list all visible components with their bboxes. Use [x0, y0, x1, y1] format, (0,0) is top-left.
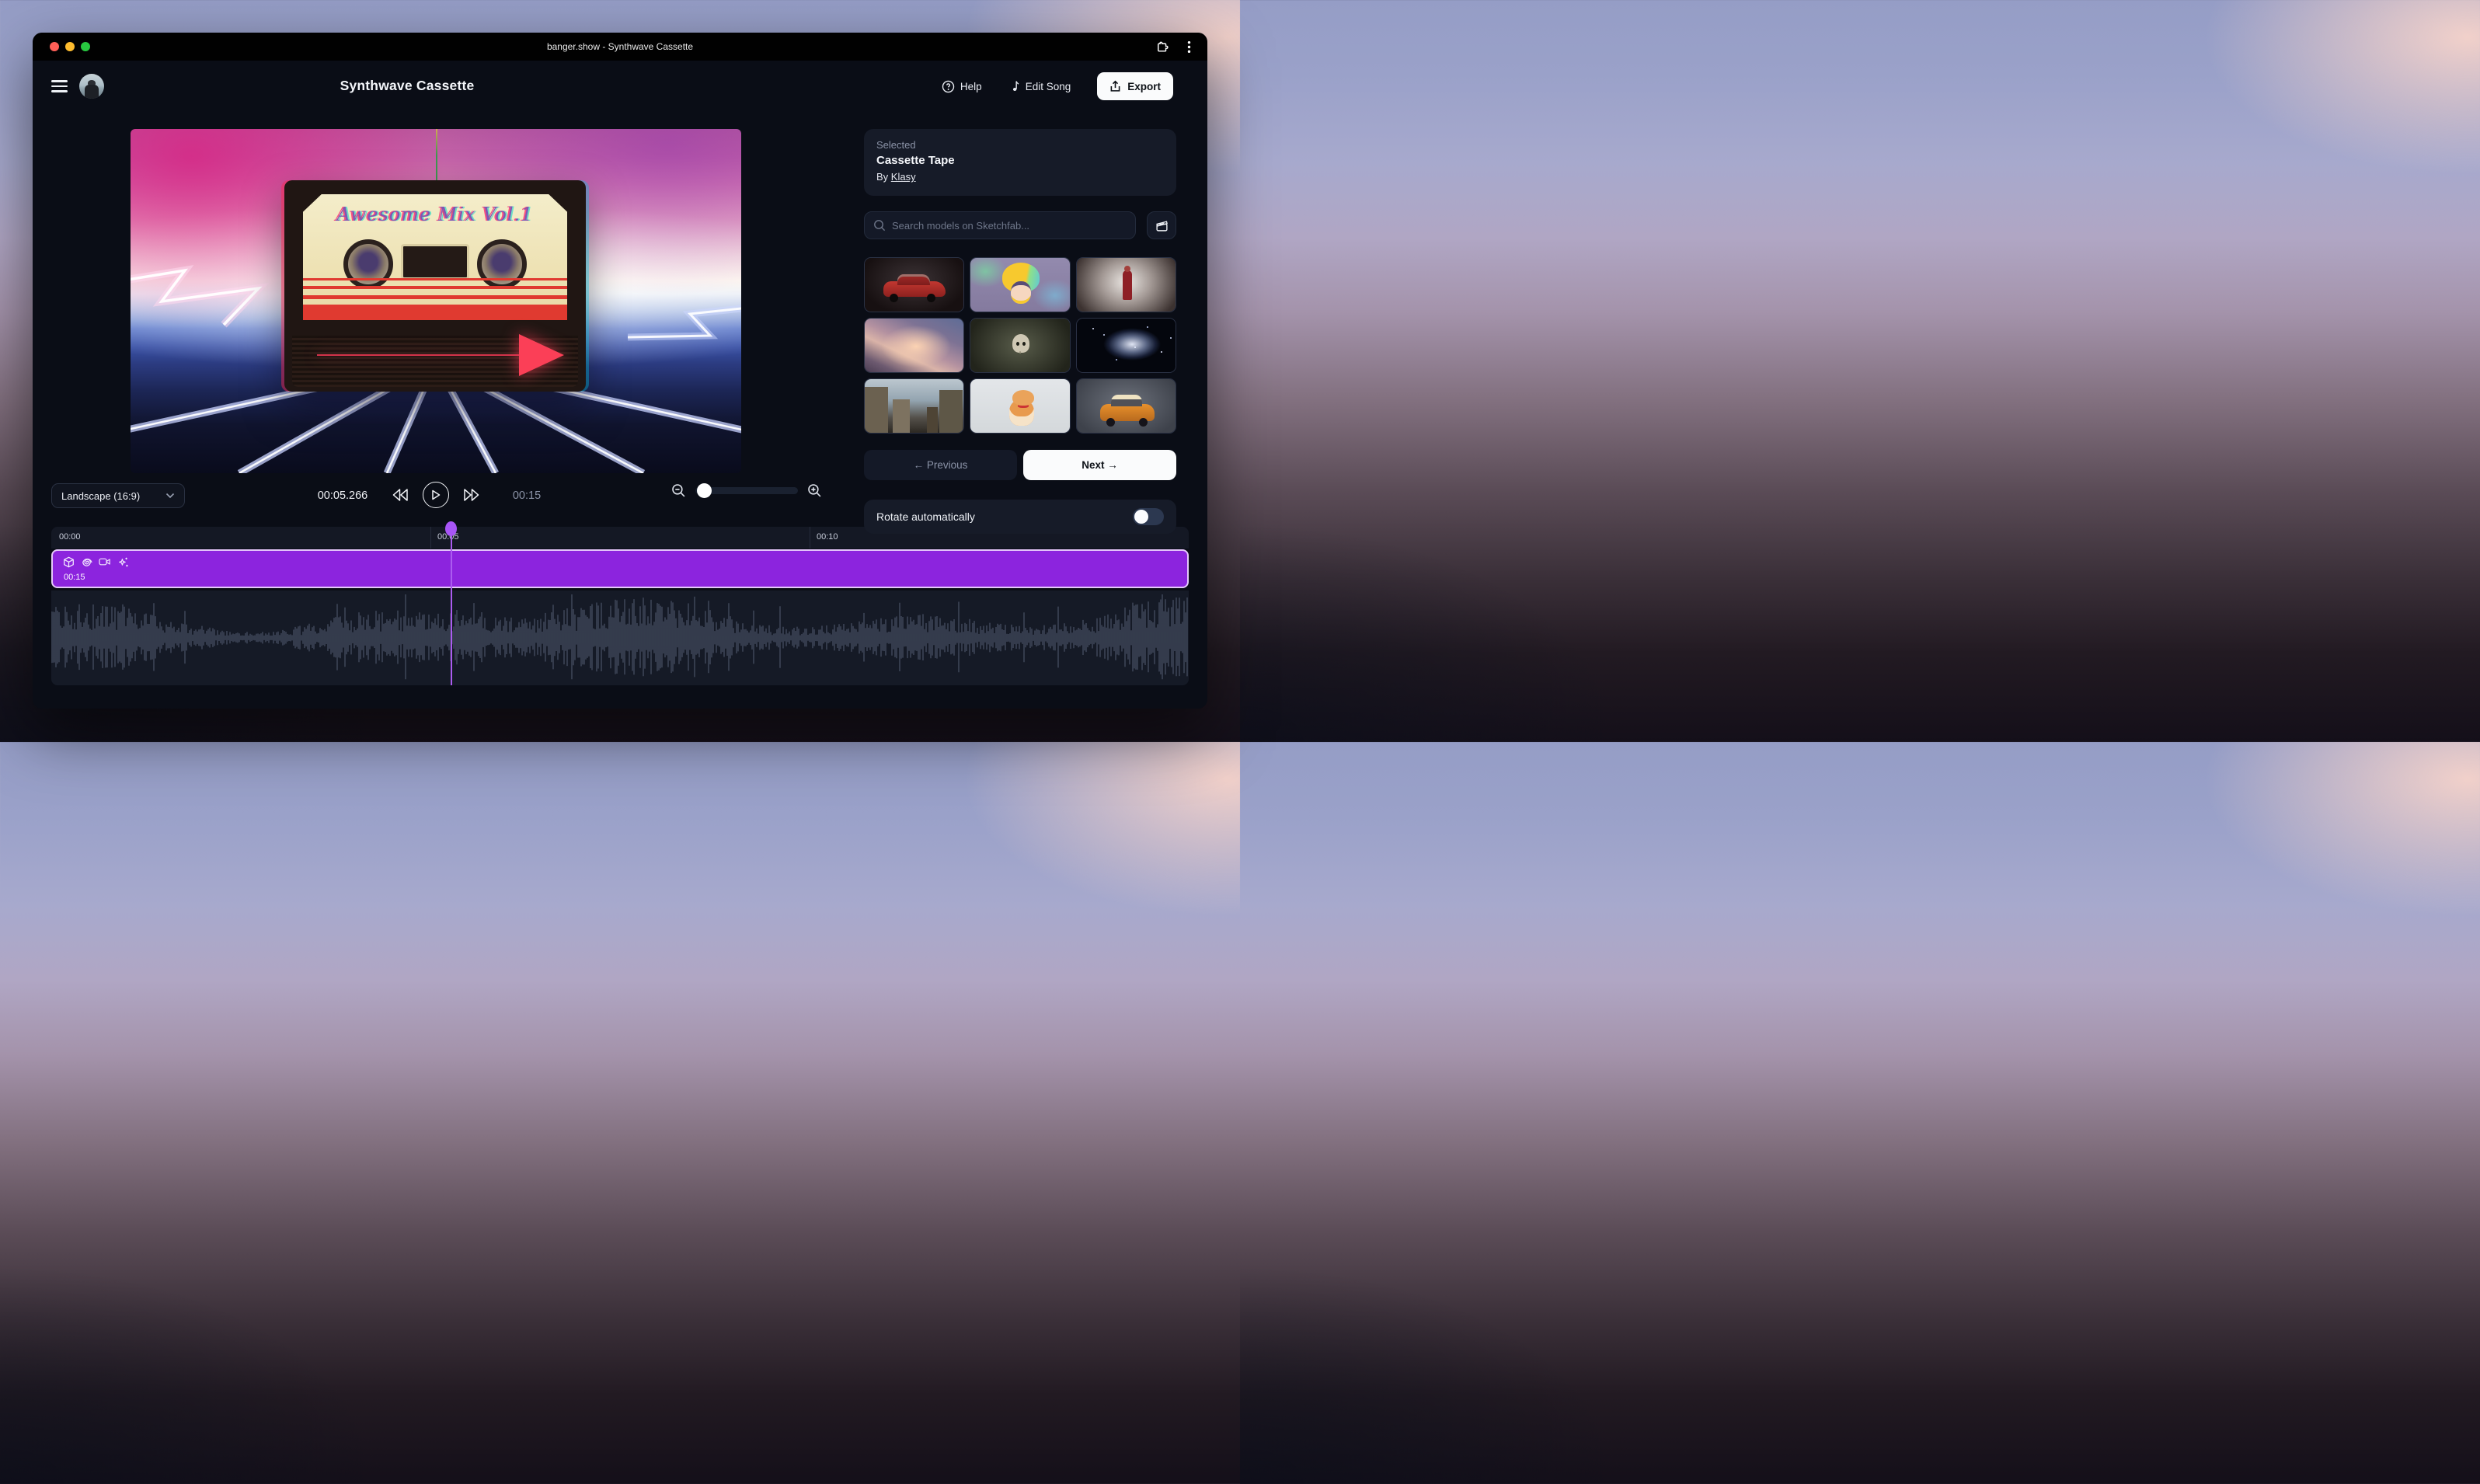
- model-thumbnail[interactable]: [864, 378, 964, 434]
- zoom-out-icon[interactable]: [671, 483, 686, 498]
- help-button[interactable]: Help: [942, 80, 982, 93]
- previous-button[interactable]: ← Previous: [864, 450, 1017, 480]
- page-title: Synthwave Cassette: [340, 78, 475, 94]
- model-thumbnail-art: [865, 319, 963, 372]
- play-button[interactable]: [423, 482, 449, 508]
- cassette-label-text: Awesome Mix Vol.1: [303, 204, 567, 225]
- rewind-icon[interactable]: [392, 488, 409, 502]
- ruler-tick: [430, 527, 431, 549]
- titlebar: banger.show - Synthwave Cassette: [33, 33, 1207, 61]
- model-thumbnail-art: [970, 319, 1069, 372]
- model-thumbnail[interactable]: [970, 318, 1070, 373]
- model-thumbnail[interactable]: [1076, 318, 1176, 373]
- current-time: 00:05.266: [300, 489, 385, 502]
- model-thumbnail-art: [865, 379, 963, 433]
- zoom-slider[interactable]: [695, 487, 798, 494]
- zoom-in-icon[interactable]: [807, 483, 822, 498]
- app-window: banger.show - Synthwave Cassette Synthwa…: [33, 33, 1207, 709]
- spiral-icon: [81, 556, 92, 568]
- model-thumbnail-art: [970, 379, 1069, 433]
- zoom-slider-knob[interactable]: [697, 483, 712, 498]
- model-thumbnail[interactable]: [864, 257, 964, 312]
- red-arrow-art: [519, 334, 564, 376]
- chevron-down-icon: [165, 493, 175, 499]
- model-thumbnail-art: [865, 258, 963, 312]
- edit-song-button[interactable]: Edit Song: [1008, 80, 1071, 93]
- audio-waveform[interactable]: [51, 590, 1189, 685]
- model-grid: [864, 257, 1176, 434]
- playhead-handle[interactable]: [445, 521, 457, 536]
- model-thumbnail[interactable]: [970, 378, 1070, 434]
- export-label: Export: [1127, 81, 1161, 92]
- model-thumbnail[interactable]: [1076, 257, 1176, 312]
- rotate-setting-card: Rotate automatically: [864, 500, 1176, 534]
- play-icon: [431, 489, 441, 500]
- selected-model-name: Cassette Tape: [876, 154, 1164, 167]
- video-camera-icon: [99, 556, 111, 567]
- cube-icon: [63, 556, 75, 568]
- clip-duration-label: 00:15: [64, 573, 85, 582]
- browser-menu-icon[interactable]: [1183, 40, 1195, 54]
- window-title: banger.show - Synthwave Cassette: [33, 33, 1207, 61]
- app-header: Synthwave Cassette Help Edit Song: [33, 61, 1207, 112]
- playhead-line[interactable]: [451, 531, 452, 685]
- model-thumbnail[interactable]: [864, 318, 964, 373]
- search-icon: [873, 219, 886, 232]
- next-button[interactable]: Next →: [1023, 450, 1176, 480]
- model-thumbnail-art: [1077, 319, 1176, 372]
- export-icon: [1109, 80, 1121, 92]
- avatar[interactable]: [79, 74, 104, 99]
- clapperboard-button[interactable]: [1147, 211, 1176, 239]
- author-link[interactable]: Klasy: [891, 171, 916, 183]
- model-search: [864, 211, 1136, 239]
- ruler-marker: 00:00: [59, 532, 81, 542]
- clapperboard-icon: [1155, 219, 1169, 232]
- edit-song-label: Edit Song: [1026, 81, 1071, 92]
- cassette-3d-model: Awesome Mix Vol.1: [284, 180, 586, 392]
- waveform-art: [51, 590, 1189, 685]
- music-note-icon: [1008, 80, 1020, 93]
- cassette-stripes: [303, 275, 567, 320]
- by-label: By: [876, 171, 888, 183]
- aspect-ratio-value: Landscape (16:9): [61, 490, 140, 502]
- model-thumbnail-art: [970, 258, 1069, 312]
- ruler-marker: 00:10: [817, 532, 838, 542]
- rotate-toggle-knob: [1134, 510, 1148, 524]
- help-icon: [942, 80, 955, 93]
- rotate-toggle[interactable]: [1133, 508, 1164, 525]
- fast-forward-icon[interactable]: [463, 488, 480, 502]
- sparkles-icon: [117, 556, 129, 568]
- video-preview-canvas[interactable]: Awesome Mix Vol.1: [131, 129, 741, 473]
- aspect-ratio-select[interactable]: Landscape (16:9): [51, 483, 185, 508]
- search-input[interactable]: [892, 220, 1127, 232]
- help-label: Help: [960, 81, 982, 92]
- model-thumbnail[interactable]: [970, 257, 1070, 312]
- rotate-label: Rotate automatically: [876, 510, 975, 523]
- selected-model-card: Selected Cassette Tape By Klasy: [864, 129, 1176, 196]
- total-duration: 00:15: [503, 489, 550, 502]
- menu-icon[interactable]: [51, 80, 68, 92]
- model-thumbnail[interactable]: [1076, 378, 1176, 434]
- author-line: By Klasy: [876, 171, 1164, 183]
- timeline: 00:00 00:05 00:10: [51, 527, 1189, 685]
- selected-label: Selected: [876, 139, 1164, 151]
- model-thumbnail-art: [1077, 379, 1176, 433]
- export-button[interactable]: Export: [1097, 72, 1173, 100]
- extensions-icon[interactable]: [1156, 40, 1169, 54]
- cassette-label: Awesome Mix Vol.1: [303, 194, 567, 320]
- timeline-clip[interactable]: 00:15: [51, 549, 1189, 588]
- model-thumbnail-art: [1077, 258, 1176, 312]
